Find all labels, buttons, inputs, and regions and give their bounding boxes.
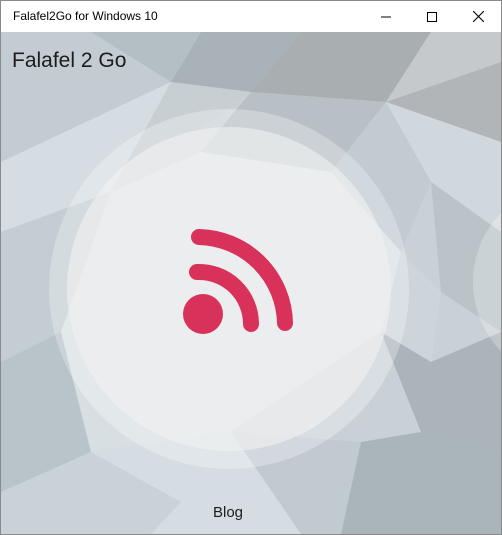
app-window: Falafel2Go for Windows 10 Falafel 2 Go B… [0,0,502,535]
blog-tile-label[interactable]: Blog [1,504,455,521]
minimize-button[interactable] [363,1,409,32]
minimize-icon [381,16,391,17]
close-icon [472,11,484,22]
close-button[interactable] [455,1,501,32]
maximize-button[interactable] [409,1,455,32]
rss-icon [183,229,293,334]
window-title: Falafel2Go for Windows 10 [13,9,158,23]
app-title: Falafel 2 Go [12,49,127,72]
main-content: Falafel 2 Go Blog [1,32,501,534]
maximize-icon [427,11,437,22]
title-bar[interactable]: Falafel2Go for Windows 10 [1,1,501,32]
